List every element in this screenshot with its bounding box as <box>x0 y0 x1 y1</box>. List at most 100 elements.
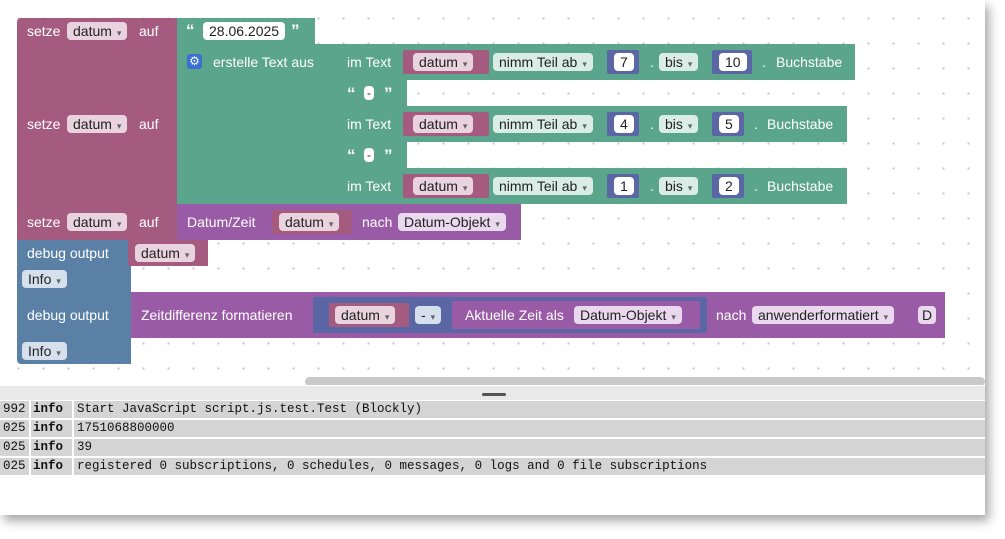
log-row: 025 info 39 <box>0 439 985 456</box>
text-value-field[interactable]: - <box>364 148 374 162</box>
now-format-dropdown[interactable]: Datum-Objekt ▾ <box>574 306 682 324</box>
diff-label: Zeitdifferenz formatieren <box>141 307 293 323</box>
dropdown-arrow-icon: ▾ <box>116 121 122 131</box>
set-label: setze <box>27 23 61 39</box>
dropdown-arrow-icon: ▾ <box>687 59 693 69</box>
column-divider <box>29 420 31 437</box>
open-quote-icon: “ <box>186 21 195 40</box>
variable-dropdown[interactable]: datum ▾ <box>413 177 474 195</box>
in-text-label: im Text <box>347 54 392 70</box>
log-time: 025 <box>3 440 26 454</box>
variable-dropdown[interactable]: datum ▾ <box>413 53 474 71</box>
now-label: Aktuelle Zeit als <box>465 307 564 323</box>
log-row: 025 info 1751068800000 <box>0 420 985 437</box>
variable-dropdown[interactable]: datum ▾ <box>279 213 340 231</box>
log-row: 992 info Start JavaScript script.js.test… <box>0 401 985 418</box>
dropdown-arrow-icon: ▾ <box>462 121 468 131</box>
blockly-workspace[interactable]: setze datum ▾ auf “ 28.06.2025 ” setze da… <box>0 0 985 385</box>
dot-label: . <box>650 116 654 132</box>
number-field[interactable]: 7 <box>614 53 634 71</box>
dropdown-arrow-icon: ▾ <box>582 59 587 69</box>
column-divider <box>72 401 74 418</box>
dropdown-arrow-icon: ▾ <box>56 348 61 358</box>
substring-mode-dropdown[interactable]: nimm Teil ab ▾ <box>493 53 593 71</box>
dot-label: . <box>650 54 654 70</box>
debug-label: debug output <box>27 245 109 261</box>
column-divider <box>72 420 74 437</box>
dropdown-arrow-icon: ▾ <box>883 312 889 322</box>
log-level-dropdown[interactable]: Info ▾ <box>22 270 67 288</box>
column-divider <box>72 439 74 456</box>
dropdown-arrow-icon: ▾ <box>687 121 693 131</box>
log-time: 992 <box>3 402 26 416</box>
suffix-label: Buchstabe <box>767 116 834 132</box>
variable-dropdown[interactable]: datum ▾ <box>335 306 396 324</box>
in-text-label: im Text <box>347 116 392 132</box>
log-time: 025 <box>3 421 26 435</box>
in-text-label: im Text <box>347 178 392 194</box>
log-row: 025 info registered 0 subscriptions, 0 s… <box>0 458 985 475</box>
log-level-dropdown[interactable]: Info ▾ <box>22 342 67 360</box>
number-field[interactable]: 5 <box>719 115 739 133</box>
substring-mode-dropdown[interactable]: nimm Teil ab ▾ <box>493 115 593 133</box>
format-dropdown[interactable]: anwenderformatiert ▾ <box>752 306 895 324</box>
suffix-label: Buchstabe <box>776 54 843 70</box>
dropdown-arrow-icon: ▾ <box>56 276 61 286</box>
dot-label: . <box>754 116 758 132</box>
log-level: info <box>33 402 64 416</box>
format-dropdown[interactable]: Datum-Objekt ▾ <box>398 213 506 231</box>
variable-dropdown[interactable]: datum ▾ <box>67 213 128 231</box>
column-divider <box>29 458 31 475</box>
variable-dropdown[interactable]: datum ▾ <box>67 115 128 133</box>
close-quote-icon: ” <box>384 84 393 103</box>
gear-icon[interactable]: ⚙ <box>187 54 202 69</box>
dot-label: . <box>650 178 654 194</box>
open-quote-icon: “ <box>347 84 356 103</box>
log-message: Start JavaScript script.js.test.Test (Bl… <box>77 402 423 416</box>
substring-mode-dropdown[interactable]: nimm Teil ab ▾ <box>493 177 593 195</box>
suffix-label: Buchstabe <box>767 178 834 194</box>
log-message: 1751068800000 <box>77 421 175 435</box>
to-label: auf <box>139 23 159 39</box>
dropdown-arrow-icon: ▾ <box>116 219 122 229</box>
number-field[interactable]: 10 <box>719 53 747 71</box>
log-level: info <box>33 459 64 473</box>
dot-label: . <box>754 178 758 194</box>
dropdown-arrow-icon: ▾ <box>495 219 500 229</box>
variable-dropdown[interactable]: datum ▾ <box>67 22 128 40</box>
dot-label: . <box>762 54 766 70</box>
format-string-field[interactable]: D <box>918 306 937 324</box>
to-mode-dropdown[interactable]: bis ▾ <box>659 115 699 133</box>
log-panel: 992 info Start JavaScript script.js.test… <box>0 400 985 515</box>
drag-handle-icon[interactable] <box>482 393 506 396</box>
number-field[interactable]: 1 <box>614 177 634 195</box>
to-mode-dropdown[interactable]: bis ▾ <box>659 53 699 71</box>
dropdown-arrow-icon: ▾ <box>462 183 468 193</box>
text-value-field[interactable]: 28.06.2025 <box>203 22 286 40</box>
dropdown-arrow-icon: ▾ <box>582 183 587 193</box>
variable-dropdown[interactable]: datum ▾ <box>135 244 196 262</box>
log-message: registered 0 subscriptions, 0 schedules,… <box>77 459 708 473</box>
to-label: auf <box>139 214 159 230</box>
blockly-editor: setze datum ▾ auf “ 28.06.2025 ” setze da… <box>0 0 985 515</box>
column-divider <box>72 458 74 475</box>
to-label: auf <box>139 116 159 132</box>
dropdown-arrow-icon: ▾ <box>430 312 436 322</box>
log-time: 025 <box>3 459 26 473</box>
dropdown-arrow-icon: ▾ <box>687 183 693 193</box>
dropdown-arrow-icon: ▾ <box>116 28 122 38</box>
to-mode-dropdown[interactable]: bis ▾ <box>659 177 699 195</box>
variable-dropdown[interactable]: datum ▾ <box>413 115 474 133</box>
log-message: 39 <box>77 440 93 454</box>
dropdown-arrow-icon: ▾ <box>671 312 676 322</box>
horizontal-scrollbar[interactable] <box>305 377 985 385</box>
operator-dropdown[interactable]: - ▾ <box>415 306 442 324</box>
column-divider <box>29 439 31 456</box>
number-field[interactable]: 4 <box>614 115 634 133</box>
log-level: info <box>33 421 64 435</box>
convert-label: Datum/Zeit <box>187 214 256 230</box>
dropdown-arrow-icon: ▾ <box>462 59 468 69</box>
text-value-field[interactable]: - <box>364 86 374 100</box>
number-field[interactable]: 2 <box>719 177 739 195</box>
column-divider <box>29 401 31 418</box>
